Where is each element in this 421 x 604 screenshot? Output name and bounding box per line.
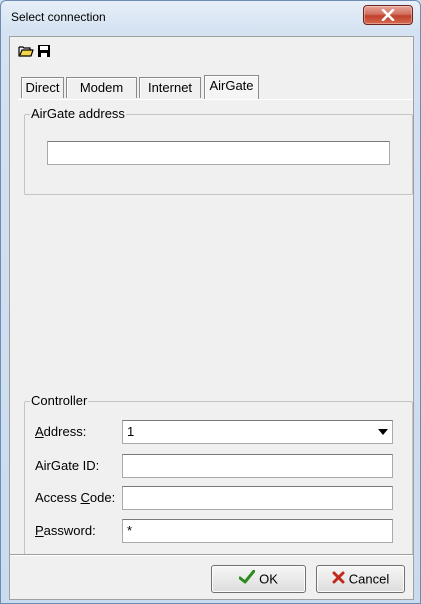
address-dropdown-button[interactable]: [374, 422, 391, 442]
access-code-input[interactable]: [122, 486, 393, 510]
password-input[interactable]: *: [122, 519, 393, 543]
tab-modem[interactable]: Modem: [66, 77, 137, 98]
dialog-client-area: Direct Modem Internet AirGate AirGate ad…: [9, 36, 414, 600]
tab-internet[interactable]: Internet: [139, 77, 201, 98]
address-select-value: 1: [127, 424, 135, 439]
ok-button[interactable]: OK: [211, 565, 306, 593]
airgate-address-input[interactable]: [47, 141, 390, 165]
controller-group: Controller Address: 1 AirGate ID: Access…: [24, 393, 413, 555]
controller-group-title: Controller: [30, 393, 89, 408]
address-label: Address:: [35, 424, 87, 439]
floppy-disk-icon[interactable]: [37, 44, 55, 60]
airgate-address-group-title: AirGate address: [30, 106, 126, 121]
cross-icon: [332, 567, 345, 593]
checkmark-icon: [238, 567, 256, 593]
tab-airgate[interactable]: AirGate: [204, 75, 259, 99]
cancel-button-label: Cancel: [348, 571, 390, 587]
tab-direct[interactable]: Direct: [21, 77, 64, 98]
dialog-window: Select connection Direct Modem Internet …: [0, 0, 421, 604]
access-code-label: Access Code:: [35, 490, 116, 505]
title-bar[interactable]: Select connection: [1, 1, 420, 31]
close-icon: [381, 9, 395, 21]
cancel-button[interactable]: Cancel: [316, 565, 405, 593]
button-bar-divider: [10, 554, 413, 555]
close-button[interactable]: [363, 5, 413, 25]
chevron-down-icon: [378, 429, 388, 435]
airgate-id-label: AirGate ID:: [35, 458, 100, 473]
airgate-address-group: AirGate address: [24, 106, 413, 195]
window-title: Select connection: [11, 10, 106, 24]
ok-button-label: OK: [259, 571, 278, 587]
airgate-id-input[interactable]: [122, 454, 393, 478]
folder-open-icon[interactable]: [18, 44, 36, 60]
password-label: Password:: [35, 523, 96, 538]
address-select[interactable]: 1: [122, 420, 393, 444]
